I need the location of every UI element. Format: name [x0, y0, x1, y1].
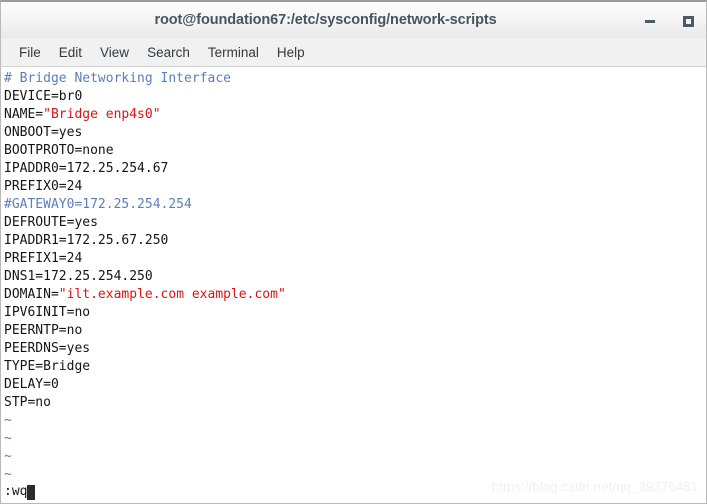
editor-text-segment: DELAY=0: [4, 377, 59, 392]
editor-text-segment: "Bridge enp4s0": [43, 107, 161, 122]
editor-text-segment: DEFROUTE=yes: [4, 215, 98, 230]
editor-line: ~: [4, 466, 706, 484]
editor-text-segment: IPADDR0=172.25.254.67: [4, 161, 169, 176]
editor-text-segment: TYPE=Bridge: [4, 359, 91, 374]
editor-text-segment: # Bridge Networking Interface: [4, 71, 231, 86]
editor-text-segment: BOOTPROTO=none: [4, 143, 114, 158]
menu-item-view[interactable]: View: [91, 43, 138, 62]
editor-text-segment: IPADDR1=172.25.67.250: [4, 233, 169, 248]
menu-item-terminal[interactable]: Terminal: [199, 43, 268, 62]
terminal-window: root@foundation67:/etc/sysconfig/network…: [0, 0, 707, 504]
editor-buffer[interactable]: # Bridge Networking Interface DEVICE=br0 N…: [4, 70, 706, 484]
editor-line: PEERDNS=yes: [4, 340, 706, 358]
editor-text-segment: PREFIX0=24: [4, 179, 83, 194]
editor-text-segment: DOMAIN=: [4, 287, 59, 302]
editor-line: ~: [4, 430, 706, 448]
editor-line: PREFIX1=24: [4, 250, 706, 268]
editor-line: ~: [4, 412, 706, 430]
editor-line: ONBOOT=yes: [4, 124, 706, 142]
editor-line: #GATEWAY0=172.25.254.254: [4, 196, 706, 214]
editor-line: DOMAIN="ilt.example.com example.com": [4, 286, 706, 304]
editor-text-segment: ~: [4, 467, 12, 482]
editor-text-segment: STP=no: [4, 395, 51, 410]
menu-item-edit[interactable]: Edit: [50, 43, 91, 62]
editor-line: NAME="Bridge enp4s0": [4, 106, 706, 124]
editor-line: IPV6INIT=no: [4, 304, 706, 322]
text-cursor: [27, 484, 36, 500]
editor-line: IPADDR1=172.25.67.250: [4, 232, 706, 250]
editor-text-segment: #GATEWAY0=172.25.254.254: [4, 197, 192, 212]
terminal-screen[interactable]: # Bridge Networking Interface DEVICE=br0 N…: [0, 67, 707, 504]
editor-line: STP=no: [4, 394, 706, 412]
editor-text-segment: IPV6INIT=no: [4, 305, 91, 320]
editor-line: DELAY=0: [4, 376, 706, 394]
editor-text-segment: DEVICE=br0: [4, 89, 83, 104]
editor-line: DNS1=172.25.254.250: [4, 268, 706, 286]
editor-text-segment: ONBOOT=yes: [4, 125, 83, 140]
titlebar[interactable]: root@foundation67:/etc/sysconfig/network…: [0, 0, 707, 38]
editor-line: ~: [4, 448, 706, 466]
maximize-icon: [682, 15, 694, 27]
vim-command-line[interactable]: :wq: [4, 483, 36, 501]
editor-line: DEFROUTE=yes: [4, 214, 706, 232]
vim-command-text: :wq: [4, 484, 28, 499]
editor-text-segment: NAME=: [4, 107, 44, 122]
minimize-icon: [645, 19, 655, 23]
editor-line: # Bridge Networking Interface: [4, 70, 706, 88]
menu-item-help[interactable]: Help: [268, 43, 314, 62]
editor-text-segment: PREFIX1=24: [4, 251, 83, 266]
menu-item-file[interactable]: File: [10, 43, 50, 62]
editor-line: DEVICE=br0: [4, 88, 706, 106]
editor-text-segment: PEERDNS=yes: [4, 341, 91, 356]
editor-line: TYPE=Bridge: [4, 358, 706, 376]
window-controls: [642, 2, 696, 40]
editor-line: BOOTPROTO=none: [4, 142, 706, 160]
editor-line: PEERNTP=no: [4, 322, 706, 340]
editor-line: PREFIX0=24: [4, 178, 706, 196]
editor-text-segment: "ilt.example.com example.com": [58, 287, 286, 302]
editor-text-segment: PEERNTP=no: [4, 323, 83, 338]
menu-item-search[interactable]: Search: [138, 43, 199, 62]
editor-text-segment: ~: [4, 413, 12, 428]
editor-line: IPADDR0=172.25.254.67: [4, 160, 706, 178]
menubar: File Edit View Search Terminal Help: [0, 38, 707, 67]
window-title: root@foundation67:/etc/sysconfig/network…: [154, 12, 497, 28]
editor-text-segment: ~: [4, 431, 12, 446]
editor-text-segment: ~: [4, 449, 12, 464]
editor-text-segment: DNS1=172.25.254.250: [4, 269, 153, 284]
maximize-button[interactable]: [680, 13, 696, 29]
minimize-button[interactable]: [642, 13, 658, 29]
